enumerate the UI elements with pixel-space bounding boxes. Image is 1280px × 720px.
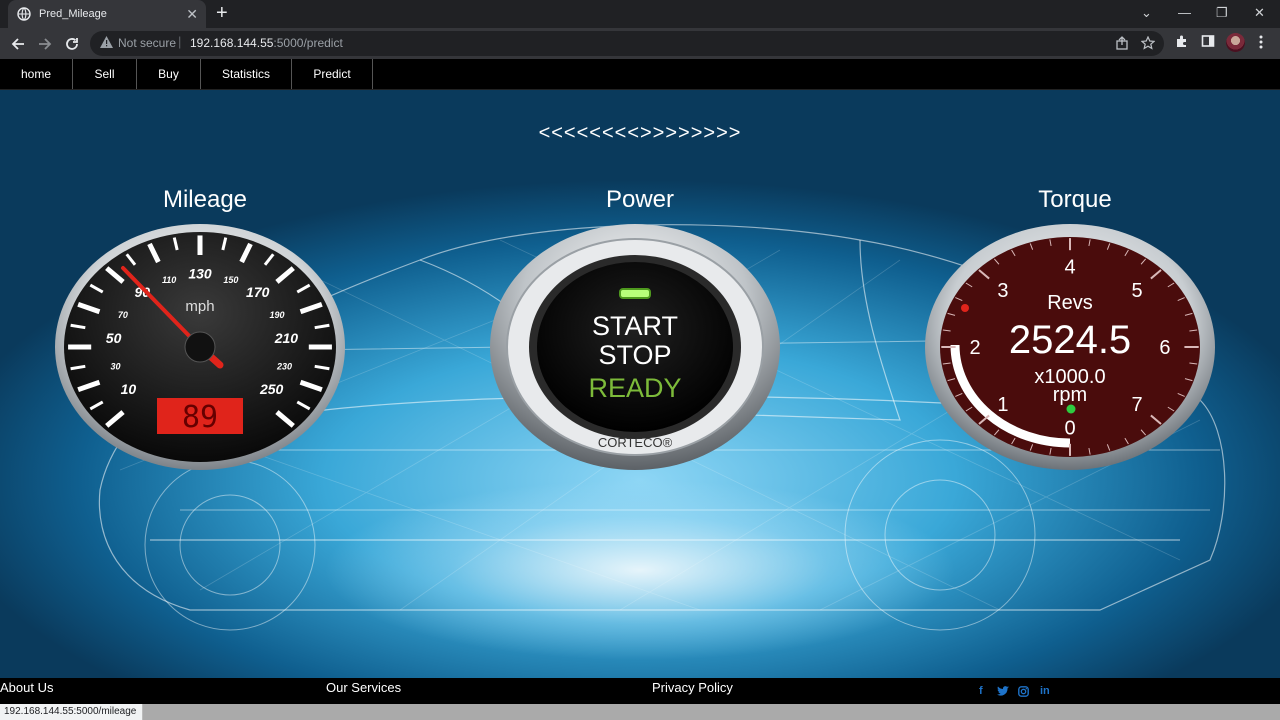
site-navbar: home Sell Buy Statistics Predict — [0, 59, 1280, 90]
nav-home[interactable]: home — [0, 59, 73, 89]
torque-label: Revs — [1047, 292, 1093, 314]
browser-toolbar: Not secure | 192.168.144.55:5000/predict — [0, 28, 1280, 59]
torque-gauge: 01234567 Revs 2524.5 x1000.0 rpm — [925, 224, 1215, 470]
mileage-needle-hub — [184, 331, 216, 363]
mileage-scale-label: 190 — [270, 310, 285, 320]
arrows-text: <<<<<<<<>>>>>>>> — [538, 122, 742, 144]
minimize-icon[interactable]: — — [1178, 5, 1191, 20]
nav-statistics[interactable]: Statistics — [201, 59, 292, 89]
power-status: READY — [588, 373, 681, 403]
browser-tab[interactable]: Pred_Mileage ✕ — [8, 0, 206, 28]
mileage-scale-label: 50 — [106, 330, 122, 346]
omnibox-separator: | — [178, 34, 182, 49]
facebook-icon[interactable]: f — [979, 685, 983, 697]
site-footer: About Us Our Services Privacy Policy f i… — [0, 678, 1280, 704]
close-window-icon[interactable]: ✕ — [1254, 5, 1265, 21]
mileage-unit: mph — [185, 298, 214, 315]
browser-titlebar: Pred_Mileage ✕ + ⌄ — ❐ ✕ — [0, 0, 1280, 28]
mileage-scale-label: 150 — [223, 275, 238, 285]
address-bar[interactable]: Not secure | 192.168.144.55:5000/predict — [90, 31, 1164, 56]
menu-kebab-icon[interactable] — [1256, 34, 1266, 50]
instagram-icon[interactable] — [1018, 686, 1029, 697]
twitter-icon[interactable] — [997, 686, 1009, 696]
torque-scale-label: 3 — [997, 280, 1008, 302]
close-tab-icon[interactable]: ✕ — [186, 7, 198, 21]
torque-redline-marker — [961, 304, 969, 312]
security-label: Not secure — [118, 36, 177, 50]
profile-avatar[interactable] — [1226, 33, 1245, 52]
url-text: 192.168.144.55:5000/predict — [190, 36, 343, 50]
new-tab-icon[interactable]: + — [216, 3, 228, 23]
torque-scale-label: 5 — [1132, 280, 1143, 302]
power-brand: CORTECO® — [598, 435, 673, 450]
nav-buy[interactable]: Buy — [137, 59, 201, 89]
extensions-icon[interactable] — [1175, 34, 1189, 48]
mileage-readout: 89 — [182, 400, 218, 435]
mileage-scale-label: 210 — [274, 330, 299, 346]
torque-scale-label: 7 — [1132, 394, 1143, 416]
mileage-scale-label: 130 — [188, 265, 212, 281]
reload-icon[interactable] — [62, 34, 82, 54]
footer-about-link[interactable]: About Us — [0, 680, 53, 695]
nav-sell[interactable]: Sell — [73, 59, 137, 89]
warning-icon — [100, 36, 113, 48]
power-start-stop-button[interactable]: START STOP READY CORTECO® — [490, 223, 780, 471]
browser-statusbar: 192.168.144.55:5000/mileage — [0, 704, 1280, 720]
mileage-scale-label: 30 — [110, 362, 120, 372]
restore-icon[interactable]: ❐ — [1216, 5, 1228, 21]
torque-scale-label: 2 — [970, 337, 981, 359]
linkedin-icon[interactable]: in — [1040, 685, 1050, 697]
tab-search-chevron-icon[interactable]: ⌄ — [1141, 5, 1152, 21]
torque-scale-label: 6 — [1159, 337, 1170, 359]
back-icon[interactable] — [8, 34, 28, 54]
mileage-scale-label: 110 — [162, 275, 176, 285]
side-panel-icon[interactable] — [1201, 34, 1215, 48]
url-host: 192.168.144.55 — [190, 36, 274, 50]
torque-unit: rpm — [1053, 384, 1087, 406]
power-stop-label: STOP — [598, 340, 671, 370]
tab-title: Pred_Mileage — [39, 8, 107, 20]
mileage-gauge: 1030507090110 130 150170190210230250 mph 8… — [55, 224, 345, 470]
mileage-scale-label: 70 — [118, 310, 128, 320]
forward-icon[interactable] — [35, 34, 55, 54]
power-start-label: START — [592, 311, 678, 341]
mileage-scale-label: 250 — [259, 381, 284, 397]
hero-section: <<<<<<<<>>>>>>>> Mileage Power Torque 10… — [0, 90, 1280, 678]
url-path: :5000/predict — [273, 36, 343, 50]
power-title: Power — [605, 186, 675, 213]
torque-title: Torque — [1038, 186, 1112, 213]
mileage-scale-label: 170 — [246, 284, 270, 300]
status-url: 192.168.144.55:5000/mileage — [0, 704, 144, 720]
torque-value: 2524.5 — [1009, 318, 1131, 362]
share-icon[interactable] — [1115, 36, 1129, 50]
footer-services-link[interactable]: Our Services — [326, 680, 401, 695]
torque-indicator-dot — [1066, 404, 1076, 414]
mileage-title: Mileage — [162, 186, 248, 213]
torque-scale-label: 1 — [997, 394, 1008, 416]
footer-privacy-link[interactable]: Privacy Policy — [652, 680, 733, 695]
mileage-scale-label: 230 — [276, 362, 292, 372]
bookmark-star-icon[interactable] — [1141, 36, 1155, 50]
torque-scale-label: 4 — [1064, 257, 1075, 279]
globe-icon — [17, 7, 31, 21]
mileage-scale-label: 10 — [121, 381, 137, 397]
nav-predict[interactable]: Predict — [292, 59, 373, 89]
torque-scale-label: 0 — [1064, 417, 1075, 439]
power-led-icon — [619, 288, 651, 299]
